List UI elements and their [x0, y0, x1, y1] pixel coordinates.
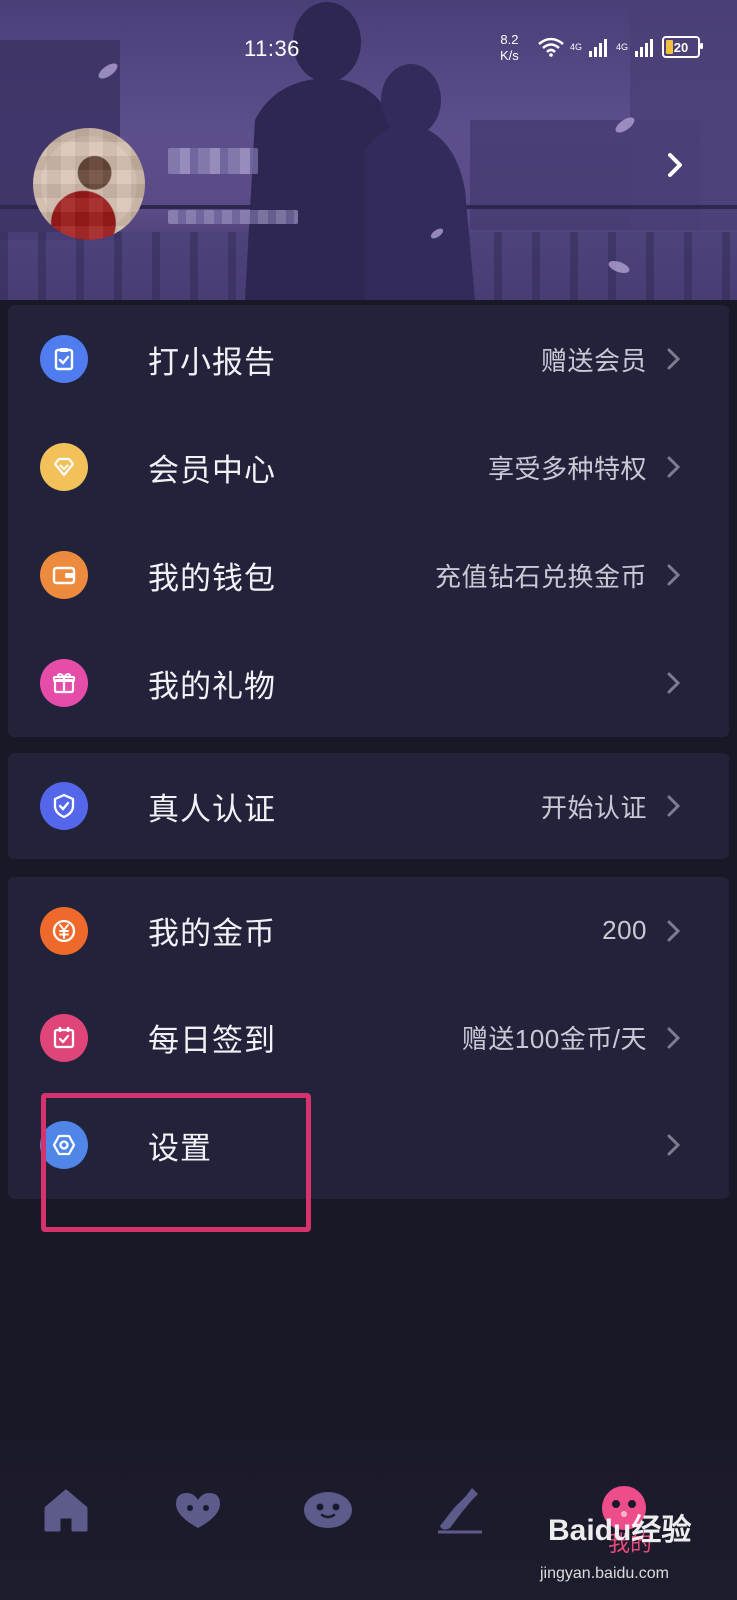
chevron-right-icon [667, 1134, 681, 1156]
menu-item-vip-center[interactable]: 会员中心 享受多种特权 [8, 413, 729, 521]
signal-icon-2 [635, 39, 654, 57]
chevron-right-icon[interactable] [660, 150, 690, 180]
menu-item-hint: 享受多种特权 [487, 453, 647, 484]
nickname-pixelated [168, 148, 258, 174]
menu-item-hint: 开始认证 [540, 792, 647, 823]
bottle-icon [438, 1488, 482, 1534]
chevron-right-icon [667, 1027, 681, 1049]
chevron-right-icon [667, 795, 681, 817]
shield-check-icon [40, 782, 88, 830]
chevron-right-icon [667, 456, 681, 478]
nav-chat[interactable] [168, 1480, 228, 1540]
menu-item-hint: 赠送100金币/天 [461, 1024, 647, 1054]
network-type-1: 4G [570, 41, 583, 52]
wifi-icon [538, 37, 564, 57]
menu-item-label: 打小报告 [148, 344, 276, 380]
menu-item-daily-checkin[interactable]: 每日签到 赠送100金币/天 [8, 984, 729, 1091]
battery-icon: 20 [662, 36, 704, 58]
baidu-watermark-url: jingyan.baidu.com [540, 1565, 669, 1582]
yen-coin-icon [40, 907, 88, 955]
menu-item-label: 我的礼物 [148, 668, 276, 704]
nav-discover[interactable] [298, 1480, 358, 1540]
profile-banner[interactable]: 11:36 8.2 K/s 4G 4G 20 [0, 0, 737, 300]
menu-item-label: 我的钱包 [148, 560, 276, 596]
settings-highlight-box [41, 1093, 311, 1232]
user-id-pixelated [168, 210, 298, 224]
menu-item-label: 每日签到 [148, 1023, 276, 1058]
menu-item-wallet[interactable]: 我的钱包 充值钻石兑换金币 [8, 521, 729, 629]
net-speed: 8.2 K/s [500, 32, 519, 63]
clipboard-check-icon [40, 335, 88, 383]
menu-item-hint: 充值钻石兑换金币 [434, 561, 647, 592]
heart-chat-icon [176, 1493, 220, 1528]
menu-item-label: 我的金币 [148, 916, 276, 951]
menu-item-label: 会员中心 [148, 452, 276, 488]
ghost-face-icon [304, 1492, 352, 1528]
avatar[interactable] [33, 128, 145, 240]
menu-item-gifts[interactable]: 我的礼物 [8, 629, 729, 737]
chevron-right-icon [667, 920, 681, 942]
status-bar: 11:36 8.2 K/s 4G 4G 20 [0, 0, 737, 100]
menu-item-coins[interactable]: 我的金币 200 [8, 877, 729, 984]
menu-card-1: 打小报告 赠送会员 会员中心 享受多种特权 我的钱包 充值钻石兑换金币 我的礼物 [8, 305, 729, 737]
chevron-right-icon [667, 348, 681, 370]
menu-item-hint: 200 [602, 915, 647, 945]
nav-drift-bottle[interactable] [430, 1480, 490, 1540]
baidu-watermark: Baidu经验 [548, 1514, 692, 1547]
nav-home[interactable] [36, 1480, 96, 1540]
chevron-right-icon [667, 564, 681, 586]
menu-card-2: 真人认证 开始认证 [8, 753, 729, 859]
signal-icon [589, 39, 608, 57]
status-icons: 4G 4G 20 [538, 36, 704, 58]
menu-item-label: 真人认证 [148, 791, 276, 827]
gift-icon [40, 659, 88, 707]
diamond-icon [40, 443, 88, 491]
home-icon [44, 1489, 88, 1532]
clock: 11:36 [244, 36, 300, 61]
menu-item-verification[interactable]: 真人认证 开始认证 [8, 753, 729, 859]
chevron-right-icon [667, 672, 681, 694]
wallet-icon [40, 551, 88, 599]
menu-item-report[interactable]: 打小报告 赠送会员 [8, 305, 729, 413]
network-type-2: 4G [616, 41, 629, 52]
calendar-check-icon [40, 1014, 88, 1062]
menu-item-hint: 赠送会员 [540, 345, 647, 376]
